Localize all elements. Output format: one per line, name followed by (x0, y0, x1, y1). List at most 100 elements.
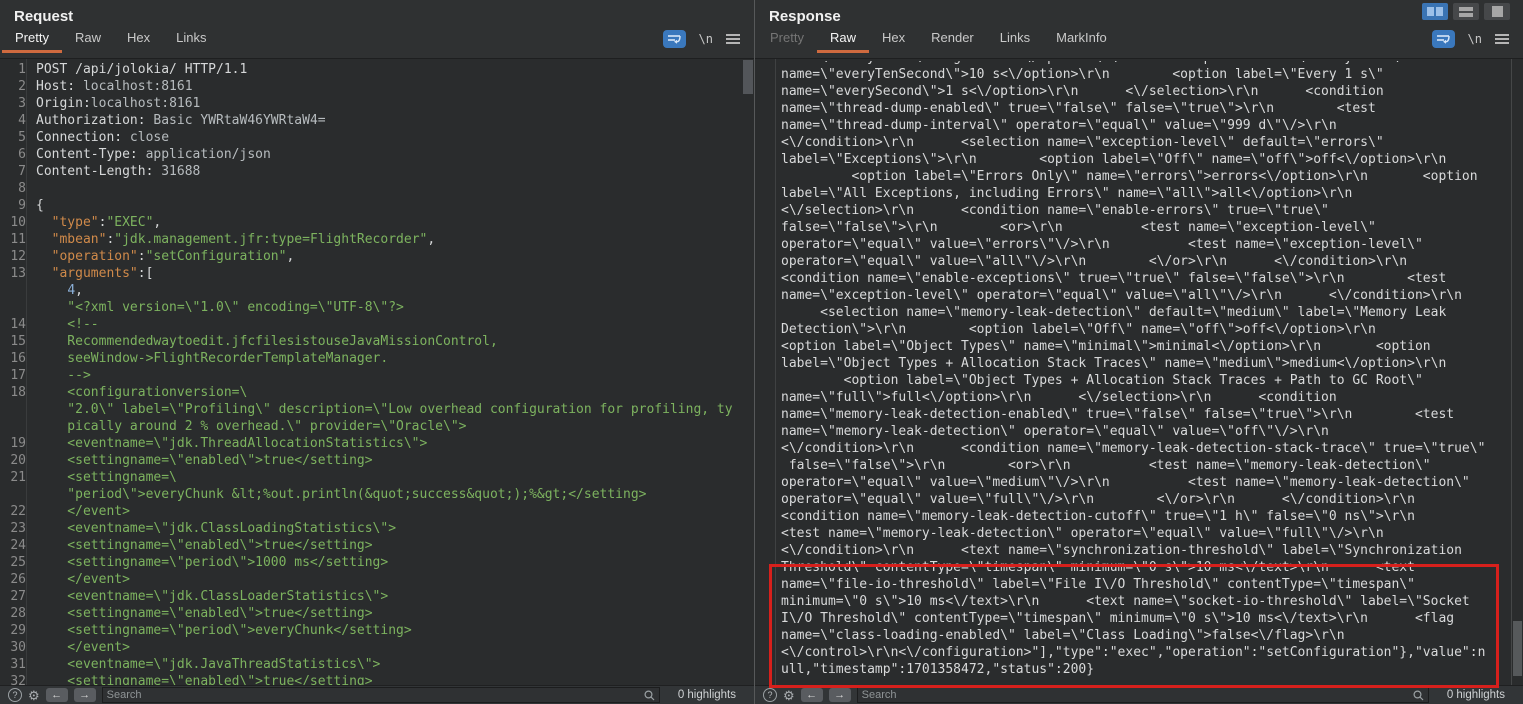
response-code-line: name=\"everyTenSecond\">10 s<\/option>\r… (755, 66, 1523, 83)
request-editor[interactable]: 1POST /api/jolokia/ HTTP/1.12Host: local… (0, 59, 754, 685)
tab-raw[interactable]: Raw (62, 25, 114, 53)
line-number: 2 (0, 78, 32, 95)
tab-markinfo[interactable]: MarkInfo (1043, 25, 1120, 53)
request-code-line: 15 Recommendedwaytoedit.jfcfilesistouseJ… (0, 333, 754, 350)
layout-buttons (1422, 3, 1510, 20)
request-code-line: 28 <settingname=\"enabled\">true</settin… (0, 605, 754, 622)
line-number: 13 (0, 265, 32, 282)
response-tab-row: PrettyRawHexRenderLinksMarkInfo \n (755, 25, 1523, 53)
request-code-line: 23 <eventname=\"jdk.ClassLoadingStatisti… (0, 520, 754, 537)
line-number: 32 (0, 673, 32, 685)
search-input[interactable] (107, 689, 644, 701)
request-code: 1POST /api/jolokia/ HTTP/1.12Host: local… (0, 61, 754, 685)
next-match-button[interactable]: → (829, 688, 851, 702)
line-number: 28 (0, 605, 32, 622)
request-code-line: 29 <settingname=\"period\">everyChunk</s… (0, 622, 754, 639)
line-number: 30 (0, 639, 32, 656)
response-code-line: name=\"full\">full<\/option>\r\n <\/sele… (755, 389, 1523, 406)
tab-pretty[interactable]: Pretty (757, 25, 817, 53)
word-wrap-icon[interactable] (663, 30, 686, 48)
newline-toggle-icon[interactable]: \n (1468, 32, 1482, 46)
request-code-line: 14 <!-- (0, 316, 754, 333)
request-code-line: 18 <configurationversion=\ (0, 384, 754, 401)
response-code-line: minimum=\"0 s\">10 ms<\/text>\r\n <text … (755, 593, 1523, 610)
line-number: 3 (0, 95, 32, 112)
request-panel: Request PrettyRawHexLinks \n (0, 0, 754, 704)
response-code-line: operator=\"equal\" value=\"errors\"\/>\r… (755, 236, 1523, 253)
prev-match-button[interactable]: ← (801, 688, 823, 702)
request-code-line: "<?xml version=\"1.0\" encoding=\"UTF-8\… (0, 299, 754, 316)
gear-icon[interactable]: ⚙ (28, 689, 40, 702)
menu-icon[interactable] (1495, 34, 1509, 44)
single-view-button[interactable] (1484, 3, 1510, 20)
next-match-button[interactable]: → (74, 688, 96, 702)
tab-pretty[interactable]: Pretty (2, 25, 62, 53)
tab-raw[interactable]: Raw (817, 25, 869, 53)
http-message-viewer: Request PrettyRawHexLinks \n (0, 0, 1523, 704)
response-code-line: operator=\"equal\" value=\"full\"\/>\r\n… (755, 491, 1523, 508)
tab-links[interactable]: Links (987, 25, 1043, 53)
request-tab-row: PrettyRawHexLinks \n (0, 25, 754, 53)
request-code-line: 1POST /api/jolokia/ HTTP/1.1 (0, 61, 754, 78)
line-number: 16 (0, 350, 32, 367)
line-number: 15 (0, 333, 32, 350)
newline-toggle-icon[interactable]: \n (699, 32, 713, 46)
response-code-line: label=\"Object Types + Allocation Stack … (755, 355, 1523, 372)
response-title: Response (755, 0, 1523, 25)
response-scrollbar[interactable] (1511, 59, 1523, 685)
response-code-line: ull,"timestamp":1701358472,"status":200} (755, 661, 1523, 678)
response-editor[interactable]: name=\"everyChunk\">beginChunk<\/option>… (755, 59, 1523, 685)
request-code-line: 20 <settingname=\"enabled\">true</settin… (0, 452, 754, 469)
response-code-line: false=\"false\">\r\n <or>\r\n <test name… (755, 219, 1523, 236)
request-header: Request PrettyRawHexLinks \n (0, 0, 754, 59)
tab-render[interactable]: Render (918, 25, 987, 53)
request-code-line: 27 <eventname=\"jdk.ClassLoaderStatistic… (0, 588, 754, 605)
response-search-bar: ? ⚙ ← → 0 highlights (755, 685, 1523, 704)
request-scrollbar[interactable] (742, 59, 754, 685)
response-code-line: <option label=\"Object Types\" name=\"mi… (755, 338, 1523, 355)
response-code-line: name=\"memory-leak-detection-enabled\" t… (755, 406, 1523, 423)
request-scrollbar-thumb[interactable] (743, 60, 753, 94)
request-code-line: 31 <eventname=\"jdk.JavaThreadStatistics… (0, 656, 754, 673)
response-code-line: operator=\"equal\" value=\"all\"\/>\r\n … (755, 253, 1523, 270)
response-header: Response PrettyRawHexRenderLinksMarkInfo… (755, 0, 1523, 59)
request-code-line: 26 </event> (0, 571, 754, 588)
columns-view-button[interactable] (1422, 3, 1448, 20)
line-number (0, 401, 32, 418)
prev-match-button[interactable]: ← (46, 688, 68, 702)
request-code-line: 32 <settingname=\"enabled\">true</settin… (0, 673, 754, 685)
help-icon[interactable]: ? (8, 688, 22, 702)
highlights-count: 0 highlights (1435, 689, 1515, 701)
response-code-line: <\/control>\r\n<\/configuration>"],"type… (755, 644, 1523, 661)
response-code: name=\"everyChunk\">beginChunk<\/option>… (755, 61, 1523, 678)
line-number: 24 (0, 537, 32, 554)
line-number (0, 418, 32, 435)
response-code-line: I\/O Threshold\" contentType=\"timespan\… (755, 610, 1523, 627)
editor-left-border (775, 59, 776, 685)
rows-view-button[interactable] (1453, 3, 1479, 20)
tab-hex[interactable]: Hex (869, 25, 918, 53)
search-icon (1413, 690, 1424, 701)
request-code-line: 9{ (0, 197, 754, 214)
response-code-line: <\/condition>\r\n <condition name=\"memo… (755, 440, 1523, 457)
request-code-line: 19 <eventname=\"jdk.ThreadAllocationStat… (0, 435, 754, 452)
tab-links[interactable]: Links (163, 25, 219, 53)
request-code-line: 30 </event> (0, 639, 754, 656)
line-number: 31 (0, 656, 32, 673)
word-wrap-icon[interactable] (1432, 30, 1455, 48)
line-number: 1 (0, 61, 32, 78)
request-code-line: 6Content-Type: application/json (0, 146, 754, 163)
response-code-line: <selection name=\"memory-leak-detection\… (755, 304, 1523, 321)
menu-icon[interactable] (726, 34, 740, 44)
request-code-line: 13 "arguments":[ (0, 265, 754, 282)
request-code-line: 16 seeWindow->FlightRecorderTemplateMana… (0, 350, 754, 367)
line-number: 18 (0, 384, 32, 401)
tab-hex[interactable]: Hex (114, 25, 163, 53)
response-code-line: <\/condition>\r\n <text name=\"synchroni… (755, 542, 1523, 559)
search-input[interactable] (862, 689, 1413, 701)
gear-icon[interactable]: ⚙ (783, 689, 795, 702)
line-number: 6 (0, 146, 32, 163)
response-code-line: <test name=\"memory-leak-detection\" ope… (755, 525, 1523, 542)
help-icon[interactable]: ? (763, 688, 777, 702)
response-scrollbar-thumb[interactable] (1513, 621, 1522, 676)
